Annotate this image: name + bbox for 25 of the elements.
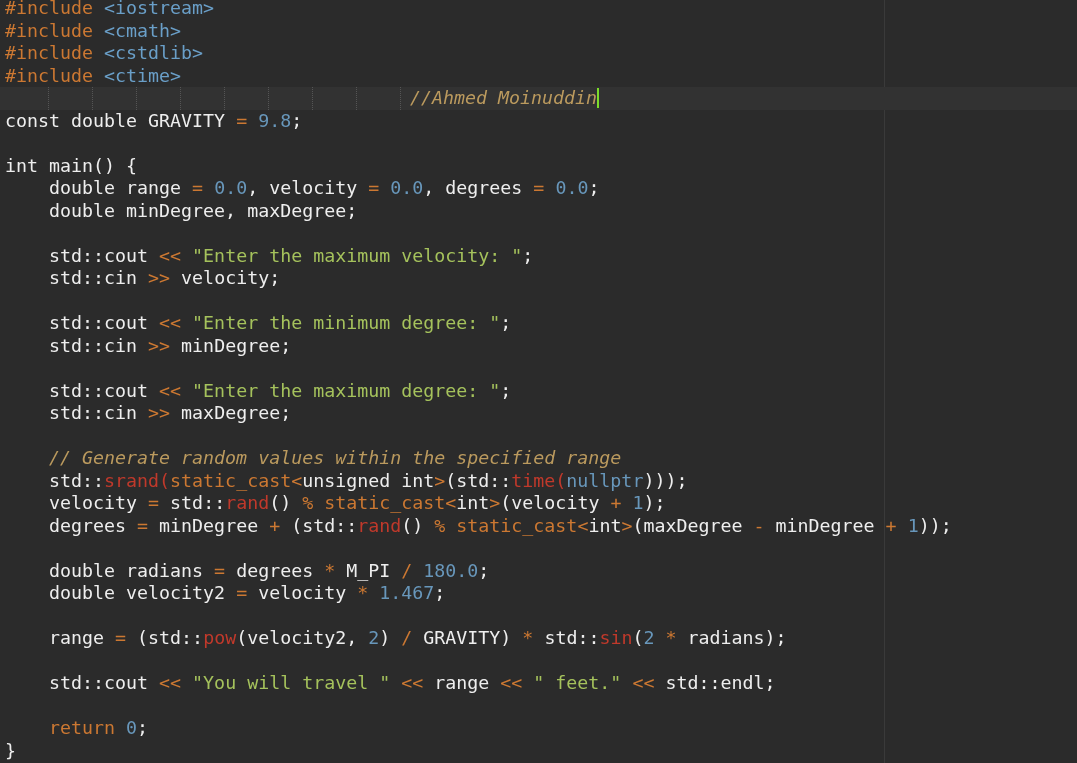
code-line: std::cin >> minDegree; xyxy=(49,334,292,357)
code-line: std::srand(static_cast<unsigned int>(std::time(nullptr))); xyxy=(49,469,688,492)
code-line: std::cout << "Enter the minimum degree: "; xyxy=(49,312,512,335)
code-line: } xyxy=(5,739,16,762)
code-line: #include <iostream> xyxy=(5,0,215,20)
code-line: double velocity2 = velocity * 1.467; xyxy=(49,582,446,605)
code-line: std::cout << "Enter the maximum degree: "; xyxy=(49,379,512,402)
code-line: std::cout << "Enter the maximum velocity: "; xyxy=(49,244,534,267)
code-line: #include <ctime> xyxy=(5,64,182,87)
code-line: //Ahmed Moinuddin xyxy=(410,87,598,110)
code-line: range = (std::pow(velocity2, 2) / GRAVITY) * std::sin(2 * radians); xyxy=(49,627,787,650)
code-line: int main() { xyxy=(5,154,138,177)
code-line: const double GRAVITY = 9.8; xyxy=(5,109,303,132)
code-line: std::cin >> maxDegree; xyxy=(49,402,292,425)
code-line: return 0; xyxy=(49,717,149,740)
code-line: #include <cmath> xyxy=(5,19,182,42)
code-line: #include <cstdlib> xyxy=(5,42,204,65)
code-line: double radians = degrees * M_PI / 180.0; xyxy=(49,559,490,582)
code-line: // Generate random values within the specified range xyxy=(49,447,622,470)
code-line: std::cin >> velocity; xyxy=(49,267,281,290)
code-line: double range = 0.0, velocity = 0.0, degrees = 0.0; xyxy=(49,177,600,200)
code-line: std::cout << "You will travel " << range << " feet." << std::endl; xyxy=(49,672,776,695)
code-line: double minDegree, maxDegree; xyxy=(49,199,358,222)
code-line: degrees = minDegree + (std::rand() % static_cast<int>(maxDegree - minDegree + 1)); xyxy=(49,514,952,537)
code-line: velocity = std::rand() % static_cast<int>(velocity + 1); xyxy=(49,492,666,515)
